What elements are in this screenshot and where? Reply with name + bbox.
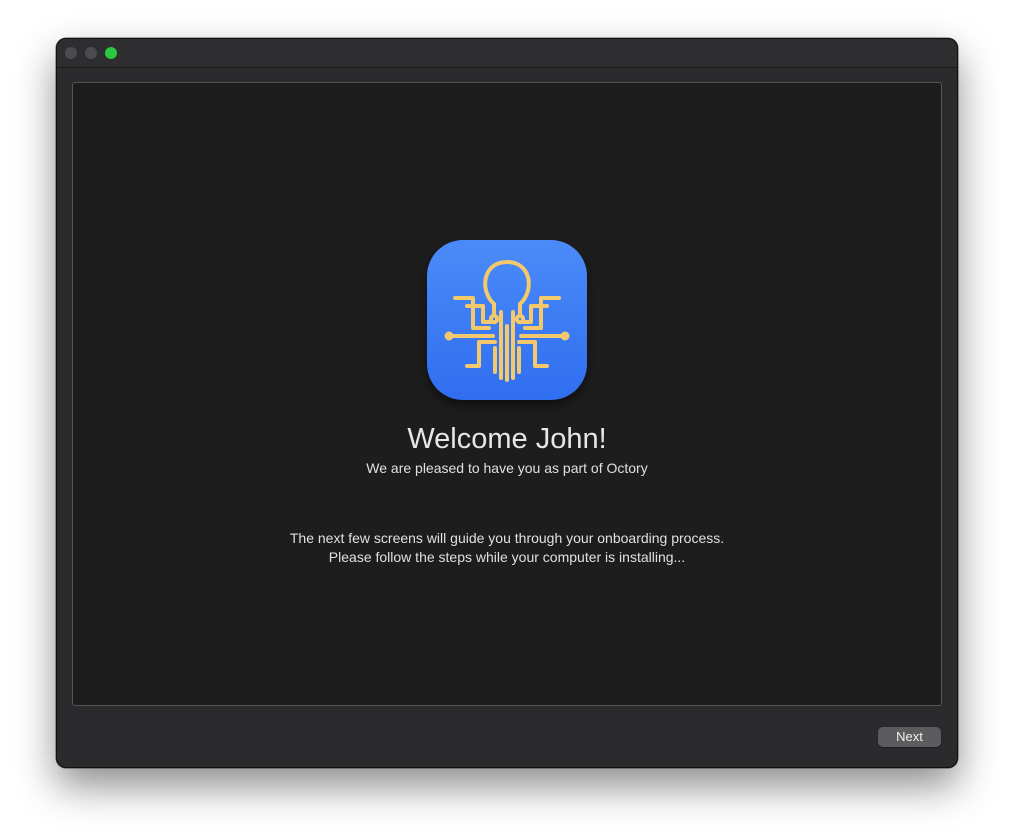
guide-text: The next few screens will guide you thro… [73, 529, 941, 567]
octory-octopus-icon [427, 240, 587, 400]
guide-line-2: Please follow the steps while your compu… [328, 549, 686, 565]
welcome-subtitle: We are pleased to have you as part of Oc… [366, 460, 648, 476]
zoom-window-button[interactable] [105, 47, 117, 59]
next-button[interactable]: Next [878, 727, 941, 747]
minimize-window-button[interactable] [85, 47, 97, 59]
onboarding-window: Welcome John! We are pleased to have you… [56, 38, 958, 768]
close-window-button[interactable] [65, 47, 77, 59]
content-panel: Welcome John! We are pleased to have you… [72, 82, 942, 706]
guide-line-1: The next few screens will guide you thro… [289, 530, 725, 546]
welcome-title: Welcome John! [407, 423, 607, 455]
title-bar[interactable] [57, 39, 957, 68]
